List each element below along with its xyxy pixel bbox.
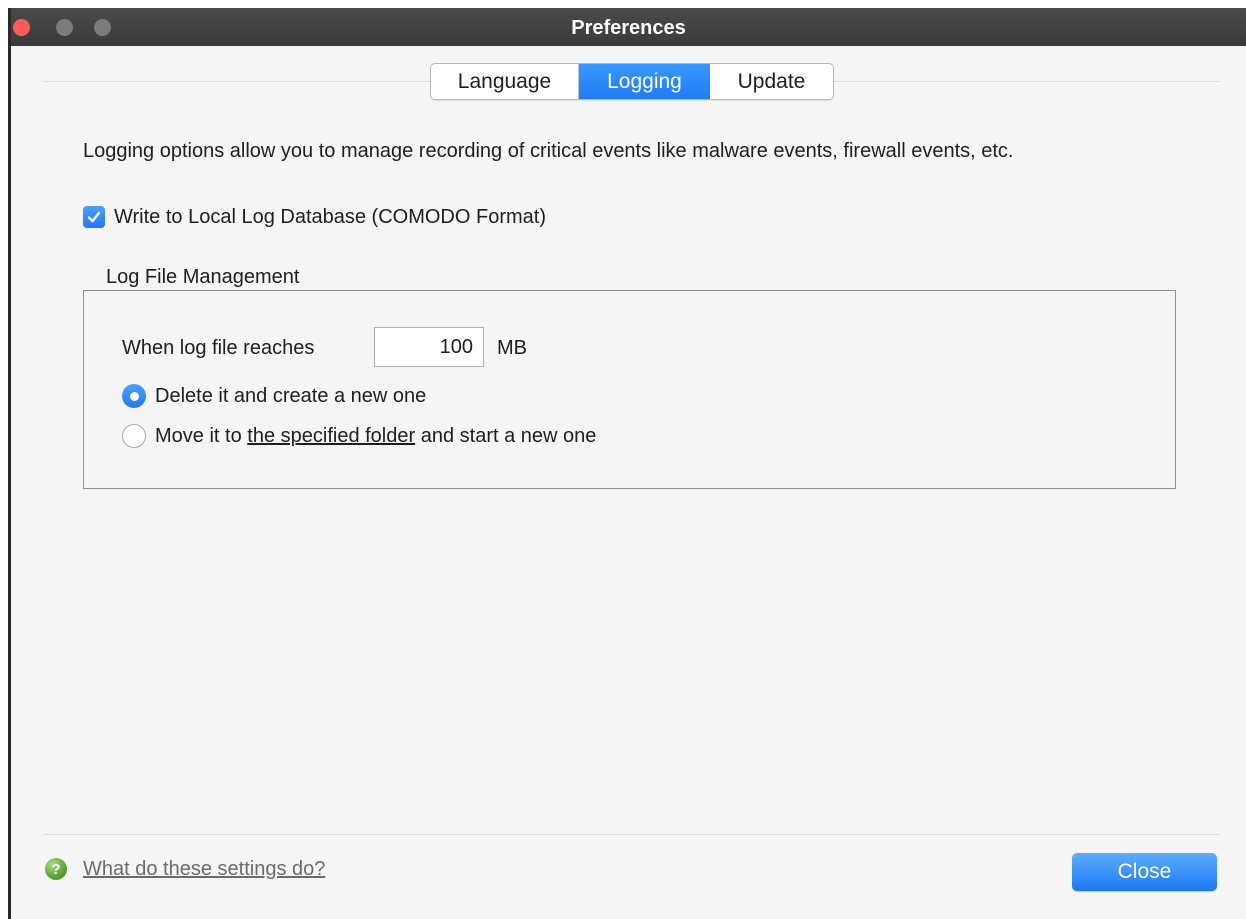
- help-row: ? What do these settings do?: [45, 854, 325, 884]
- log-size-unit: MB: [497, 337, 527, 359]
- log-file-management-title: Log File Management: [106, 266, 300, 288]
- move-to-folder-suffix: and start a new one: [415, 424, 597, 447]
- help-question-icon[interactable]: ?: [45, 858, 67, 880]
- move-to-folder-label: Move it to the specified folder and star…: [155, 425, 596, 448]
- tab-bar: Language Logging Update: [430, 63, 834, 100]
- write-local-db-checkbox[interactable]: [83, 206, 105, 228]
- tab-update[interactable]: Update: [710, 64, 833, 99]
- window-title: Preferences: [571, 17, 686, 39]
- delete-and-create-label: Delete it and create a new one: [155, 384, 427, 407]
- tab-logging[interactable]: Logging: [579, 64, 710, 99]
- move-to-folder-radio[interactable]: [122, 424, 146, 448]
- delete-and-create-option[interactable]: Delete it and create a new one: [122, 381, 426, 411]
- move-to-folder-option[interactable]: Move it to the specified folder and star…: [122, 421, 596, 451]
- log-size-label: When log file reaches: [122, 337, 315, 359]
- help-link[interactable]: What do these settings do?: [83, 858, 325, 881]
- footer-divider: [43, 834, 1220, 835]
- write-local-db-label: Write to Local Log Database (COMODO Form…: [114, 205, 546, 228]
- write-local-db-option[interactable]: Write to Local Log Database (COMODO Form…: [83, 202, 546, 232]
- logging-description: Logging options allow you to manage reco…: [83, 140, 1014, 162]
- log-size-input[interactable]: [374, 327, 484, 367]
- tab-language[interactable]: Language: [431, 64, 579, 99]
- delete-and-create-radio[interactable]: [122, 384, 146, 408]
- close-button[interactable]: Close: [1072, 853, 1217, 891]
- specified-folder-link[interactable]: the specified folder: [247, 425, 415, 447]
- checkmark-icon: [87, 211, 101, 223]
- preferences-window: Preferences Language Logging Update Logg…: [8, 8, 1246, 919]
- title-bar: Preferences: [11, 8, 1246, 46]
- move-to-folder-prefix: Move it to: [155, 424, 248, 447]
